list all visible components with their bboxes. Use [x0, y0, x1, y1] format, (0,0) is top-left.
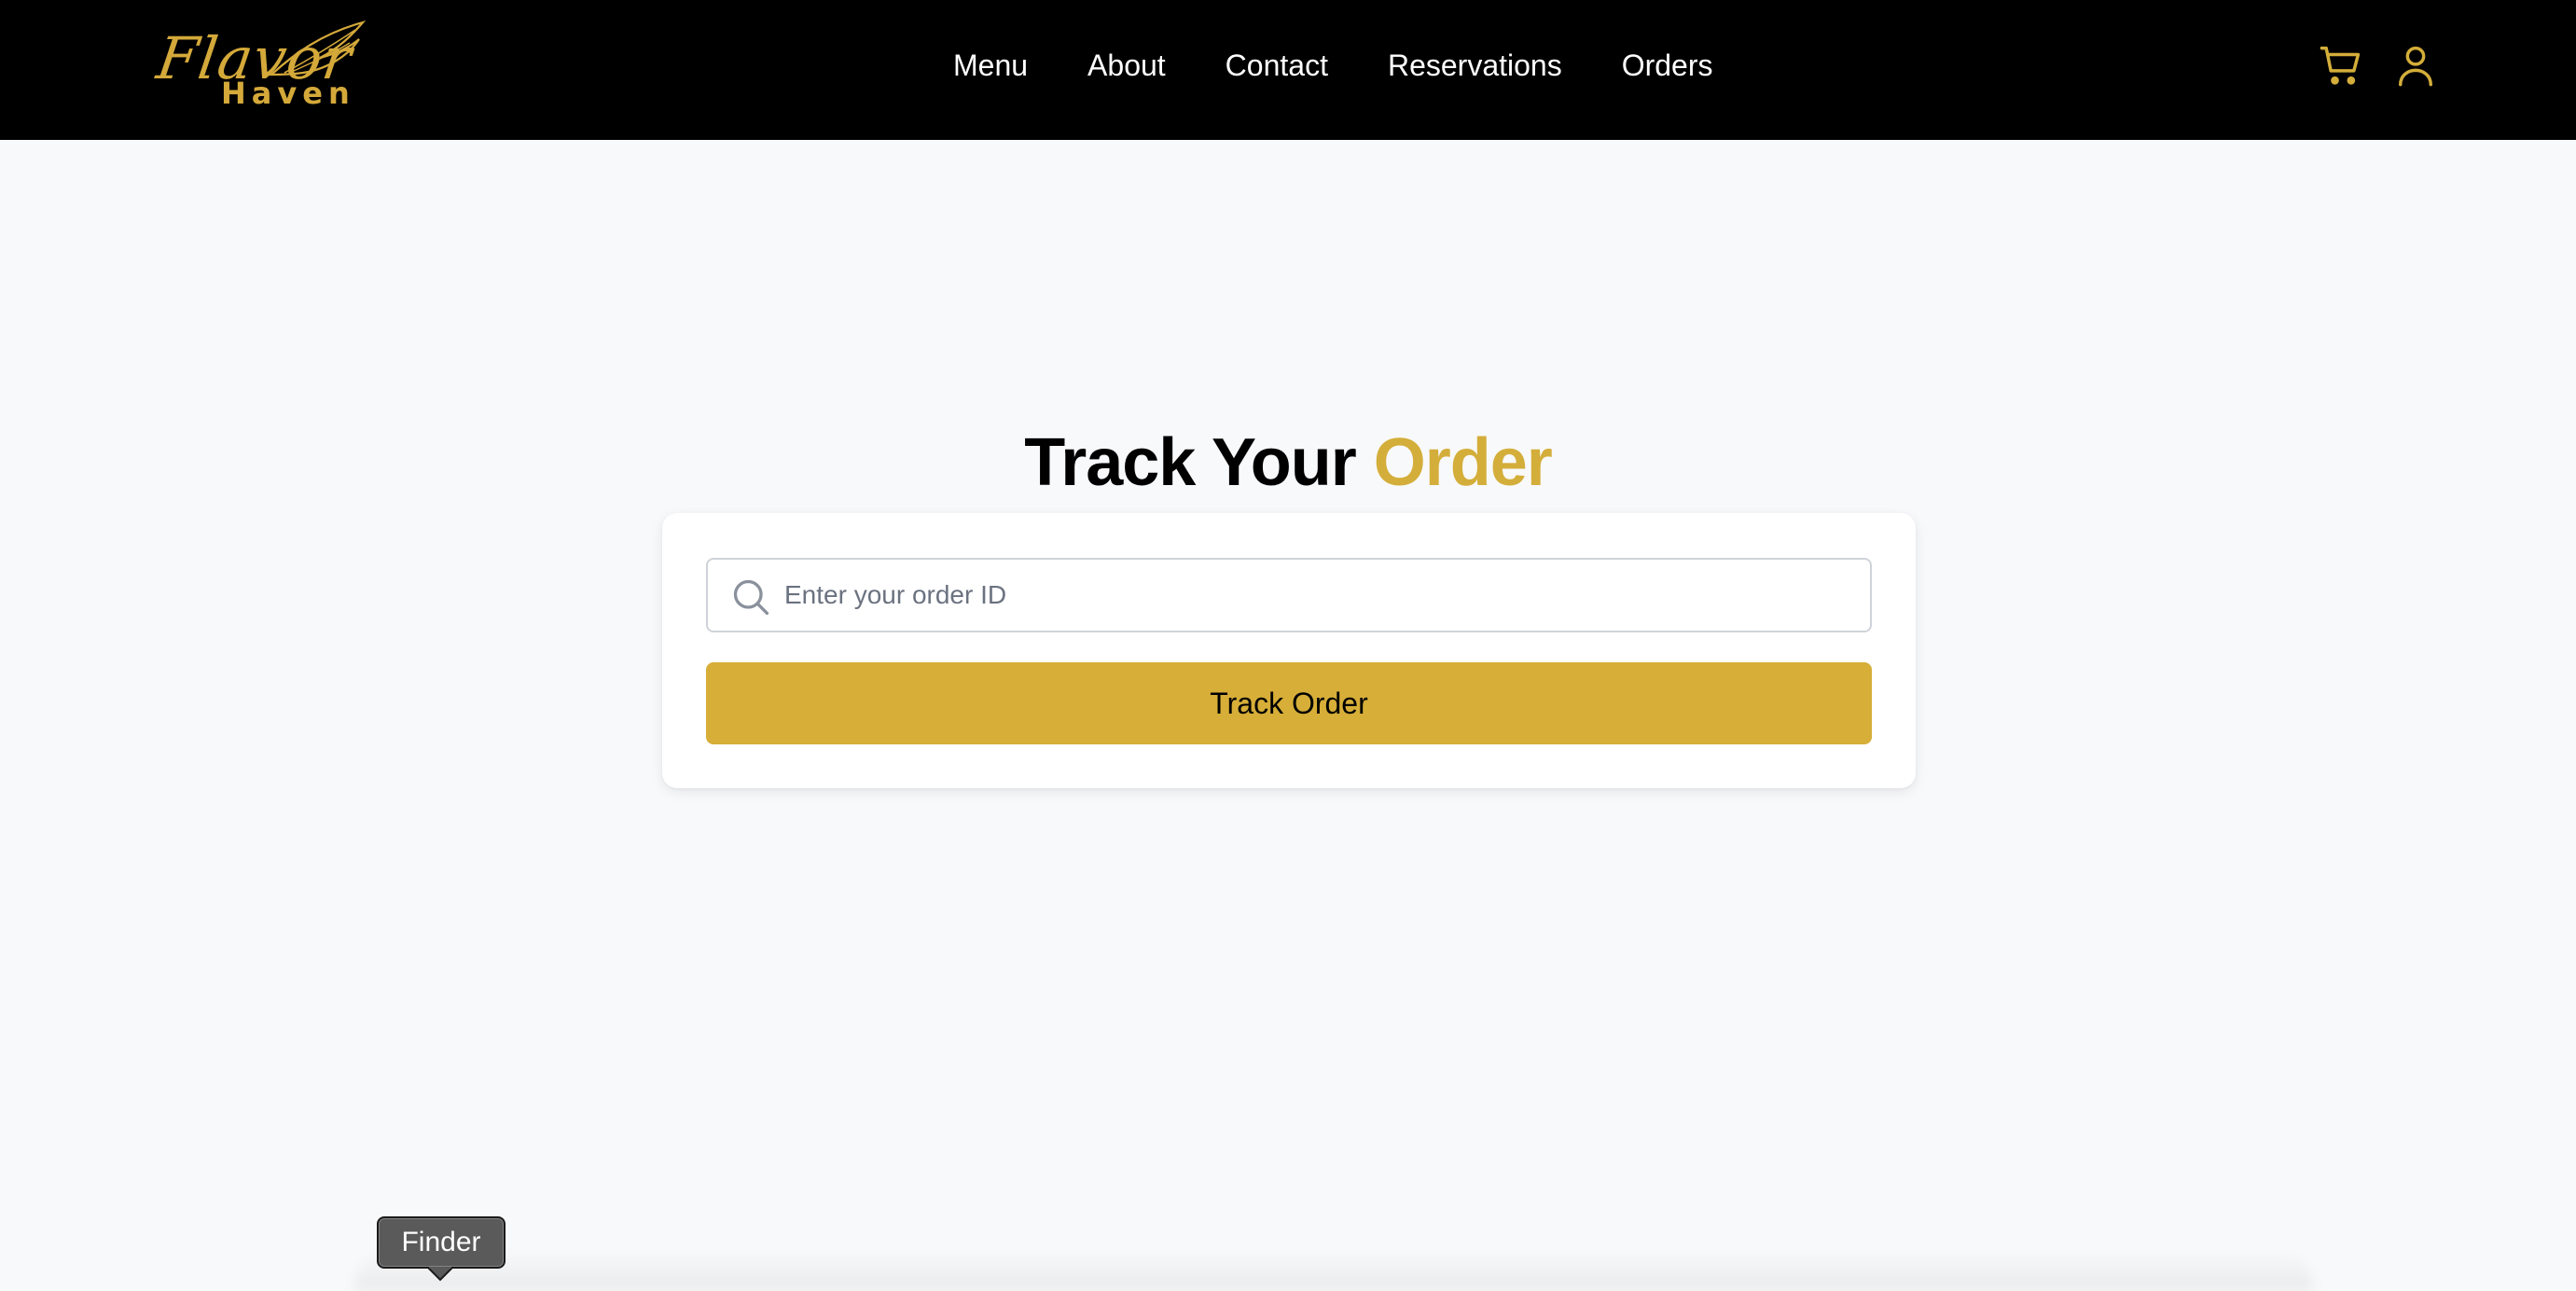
brand-logo[interactable]: Flavor Haven — [153, 17, 367, 115]
tooltip-arrow — [427, 1267, 453, 1282]
nav-link-orders[interactable]: Orders — [1622, 45, 1713, 86]
nav-link-menu[interactable]: Menu — [953, 45, 1028, 86]
order-id-input[interactable] — [782, 560, 1855, 631]
page-title-accent: Order — [1373, 425, 1553, 501]
main-nav: Menu About Contact Reservations Orders — [953, 45, 1713, 86]
order-id-field[interactable] — [706, 558, 1872, 632]
nav-link-contact[interactable]: Contact — [1226, 45, 1328, 86]
user-account-button[interactable] — [2391, 41, 2440, 90]
top-navbar: Flavor Haven Menu About Contact Reservat… — [0, 0, 2576, 140]
user-icon — [2399, 46, 2432, 87]
track-order-button[interactable]: Track Order — [706, 662, 1872, 744]
dock-tooltip: Finder — [377, 1216, 506, 1269]
nav-link-reservations[interactable]: Reservations — [1388, 45, 1562, 86]
page-title-main: Track Your — [1024, 425, 1357, 501]
nav-link-about[interactable]: About — [1087, 45, 1166, 86]
search-icon — [733, 579, 769, 616]
track-order-card: Track Order — [662, 513, 1916, 788]
logo-word-text: Haven — [221, 76, 355, 111]
cart-button[interactable] — [2317, 41, 2365, 90]
page-title: Track Your Order — [0, 418, 2576, 507]
dock-shadow — [354, 1250, 2313, 1291]
shopping-cart-icon — [2320, 46, 2361, 85]
